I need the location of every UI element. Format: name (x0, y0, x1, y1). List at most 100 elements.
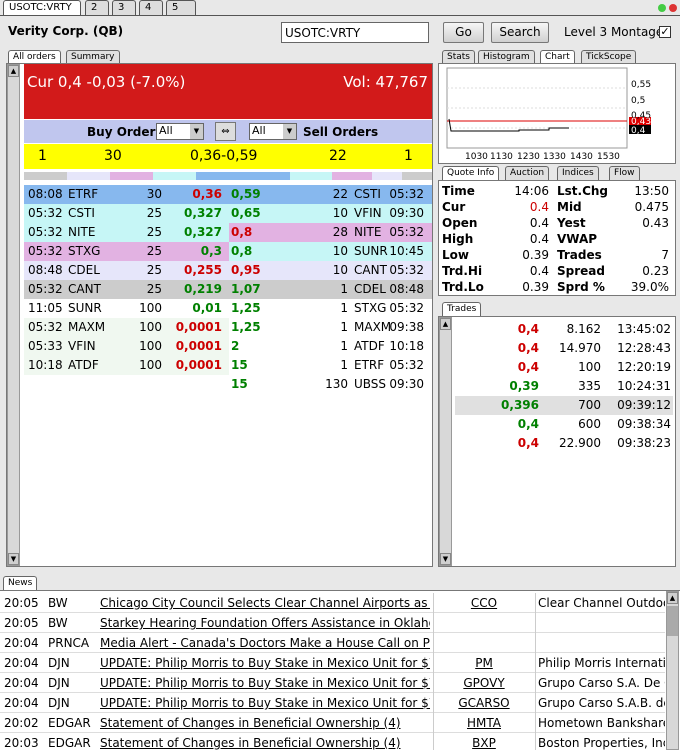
y-tick: 0,5 (631, 96, 645, 106)
trade-row: 0,39 335 10:24:31 (455, 377, 673, 396)
order-row[interactable]: 15 130 UBSS 09:30 (24, 375, 432, 394)
tab-stats[interactable]: Stats (442, 50, 475, 64)
order-row[interactable]: 08:48 CDEL 25 0,255 0,95 10 CANT 05:32 (24, 261, 432, 280)
bid-time: 11:05 (28, 301, 63, 315)
montage-checkbox[interactable]: ✓ (659, 26, 671, 38)
y-tick: 0,55 (631, 80, 651, 90)
order-row[interactable]: 08:08 ETRF 30 0,36 0,59 22 CSTI 05:32 (24, 185, 432, 204)
trade-time: 12:28:43 (617, 341, 671, 355)
tab-chart[interactable]: Chart (540, 50, 575, 64)
sell-filter-select[interactable]: All ▼ (249, 123, 297, 140)
search-button[interactable]: Search (491, 22, 549, 43)
ask-size: 1 (340, 358, 348, 372)
chevron-down-icon: ▼ (283, 124, 296, 139)
tab-news[interactable]: News (3, 576, 38, 590)
news-row[interactable]: 20:05 BW Chicago City Council Selects Cl… (0, 593, 665, 613)
scroll-up-icon[interactable]: ▲ (667, 592, 678, 604)
tab-histogram[interactable]: Histogram (478, 50, 535, 64)
ask-mm: ETRF (354, 358, 385, 372)
order-row[interactable]: 05:32 CANT 25 0,219 1,07 1 CDEL 08:48 (24, 280, 432, 299)
tab-tickscope[interactable]: TickScope (581, 50, 637, 64)
quote-value: 0.4 (529, 200, 549, 214)
ask-time: 09:30 (389, 206, 424, 220)
quote-value-2: 0.23 (642, 264, 669, 278)
news-symbol[interactable]: BXP (434, 736, 534, 750)
order-row[interactable]: 11:05 SUNR 100 0,01 1,25 1 STXG 05:32 (24, 299, 432, 318)
news-symbol[interactable]: HMTA (434, 716, 534, 730)
total-right-count: 1 (404, 148, 413, 164)
order-row[interactable]: 05:32 STXG 25 0,3 0,8 10 SUNR 10:45 (24, 242, 432, 261)
news-headline[interactable]: UPDATE: Philip Morris to Buy Stake in Me… (100, 656, 430, 670)
bid-mm: MAXM (68, 320, 106, 334)
bid-mm: ETRF (68, 187, 99, 201)
ask-time: 05:32 (389, 187, 424, 201)
ask-size: 1 (340, 282, 348, 296)
bid-price: 0,219 (184, 282, 222, 296)
quote-label: Low (442, 248, 469, 262)
trade-time: 13:45:02 (617, 322, 671, 336)
bid-price: 0,0001 (175, 358, 222, 372)
news-row[interactable]: 20:04 DJN UPDATE: Philip Morris to Buy S… (0, 693, 665, 713)
order-row[interactable]: 10:18 ATDF 100 0,0001 15 1 ETRF 05:32 (24, 356, 432, 375)
tab-auction[interactable]: Auction (505, 166, 550, 180)
news-headline[interactable]: UPDATE: Philip Morris to Buy Stake in Me… (100, 696, 430, 710)
tab-summary[interactable]: Summary (66, 50, 120, 64)
bid-price: 0,0001 (175, 320, 222, 334)
cur-change: Cur 0,4 -0,03 (-7.0%) (27, 73, 186, 91)
news-time: 20:05 (4, 596, 39, 610)
ask-time: 05:32 (389, 358, 424, 372)
ask-price: 1,07 (231, 282, 261, 296)
news-symbol[interactable]: CCO (434, 596, 534, 610)
news-row[interactable]: 20:03 EDGAR Statement of Changes in Bene… (0, 733, 665, 750)
tab-indices[interactable]: Indices (557, 166, 599, 180)
ask-price: 0,59 (231, 187, 261, 201)
news-company: Grupo Carso S.A. De C (538, 676, 665, 690)
tab-all-orders[interactable]: All orders (8, 50, 61, 64)
news-symbol[interactable]: GPOVY (434, 676, 534, 690)
window-close-icon[interactable] (658, 4, 666, 12)
tab-2[interactable]: 2 (85, 0, 109, 15)
tab-flow[interactable]: Flow (609, 166, 640, 180)
go-button[interactable]: Go (443, 22, 484, 43)
scroll-up-icon[interactable]: ▲ (8, 65, 19, 77)
news-headline[interactable]: Starkey Hearing Foundation Offers Assist… (100, 616, 430, 630)
news-row[interactable]: 20:04 DJN UPDATE: Philip Morris to Buy S… (0, 653, 665, 673)
order-row[interactable]: 05:33 VFIN 100 0,0001 2 1 ATDF 10:18 (24, 337, 432, 356)
news-row[interactable]: 20:02 EDGAR Statement of Changes in Bene… (0, 713, 665, 733)
scroll-down-icon[interactable]: ▼ (440, 553, 451, 565)
news-symbol[interactable]: PM (434, 656, 534, 670)
trade-time: 09:38:34 (617, 417, 671, 431)
tab-quote-info[interactable]: Quote Info (442, 166, 500, 180)
tab-3[interactable]: 3 (112, 0, 136, 15)
news-headline[interactable]: Statement of Changes in Beneficial Owner… (100, 716, 430, 730)
order-row[interactable]: 05:32 NITE 25 0,327 0,8 28 NITE 05:32 (24, 223, 432, 242)
news-headline[interactable]: Statement of Changes in Beneficial Owner… (100, 736, 430, 750)
news-row[interactable]: 20:04 DJN UPDATE: Philip Morris to Buy S… (0, 673, 665, 693)
news-headline[interactable]: Chicago City Council Selects Clear Chann… (100, 596, 430, 610)
tab-4[interactable]: 4 (139, 0, 163, 15)
window-status-icon[interactable] (669, 4, 677, 12)
trade-price: 0,4 (517, 436, 539, 450)
tab-usotc-vrty[interactable]: USOTC:VRTY (3, 0, 81, 15)
scroll-up-icon[interactable]: ▲ (440, 318, 451, 330)
news-row[interactable]: 20:05 BW Starkey Hearing Foundation Offe… (0, 613, 665, 633)
news-headline[interactable]: UPDATE: Philip Morris to Buy Stake in Me… (100, 676, 430, 690)
symbol-input[interactable] (281, 22, 429, 43)
scroll-down-icon[interactable]: ▼ (8, 553, 19, 565)
ask-size: 1 (340, 339, 348, 353)
trades-scrollbar[interactable]: ▲ ▼ (439, 317, 452, 566)
news-row[interactable]: 20:04 PRNCA Media Alert - Canada's Docto… (0, 633, 665, 653)
news-headline[interactable]: Media Alert - Canada's Doctors Make a Ho… (100, 636, 430, 650)
tab-trades[interactable]: Trades (442, 302, 482, 316)
order-row[interactable]: 05:32 MAXM 100 0,0001 1,25 1 MAXM 09:38 (24, 318, 432, 337)
link-icon[interactable]: ⇔ (215, 122, 236, 141)
scroll-thumb[interactable] (667, 606, 678, 636)
order-row[interactable]: 05:32 CSTI 25 0,327 0,65 10 VFIN 09:30 (24, 204, 432, 223)
buy-filter-select[interactable]: All ▼ (156, 123, 204, 140)
bid-time: 05:33 (28, 339, 63, 353)
news-symbol[interactable]: GCARSO (434, 696, 534, 710)
tab-5[interactable]: 5 (166, 0, 196, 15)
montage-label: Level 3 Montage (564, 25, 664, 39)
news-scrollbar[interactable]: ▲ (666, 591, 679, 750)
order-scrollbar[interactable]: ▲ ▼ (7, 64, 20, 566)
